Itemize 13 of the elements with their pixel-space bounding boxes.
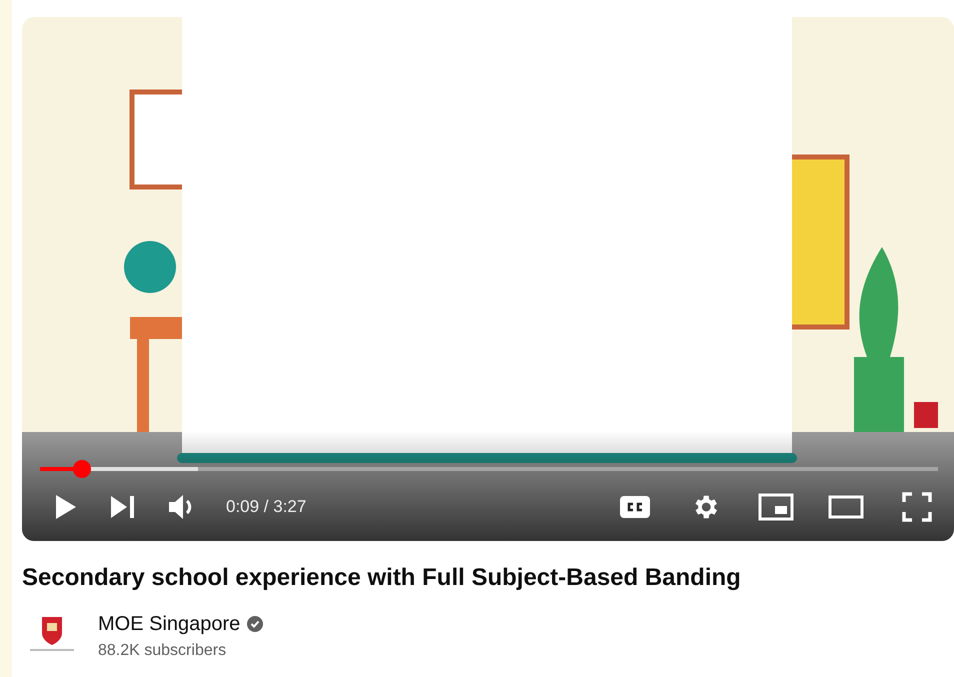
fullscreen-icon[interactable] — [902, 492, 932, 522]
progress-track[interactable] — [40, 467, 938, 471]
theater-mode-icon[interactable] — [828, 495, 864, 519]
subscriber-count: 88.2K subscribers — [98, 641, 228, 661]
captions-button[interactable] — [620, 496, 650, 518]
video-player[interactable]: 0:09 / 3:27 — [22, 17, 954, 541]
channel-name[interactable]: MOE Singapore — [98, 611, 240, 637]
video-title: Secondary school experience with Full Subject-Based Banding — [22, 563, 742, 593]
play-icon[interactable] — [54, 494, 78, 520]
time-display: 0:09 / 3:27 — [226, 496, 306, 518]
captions-icon — [626, 502, 644, 512]
miniplayer-icon[interactable] — [758, 493, 794, 521]
next-icon[interactable] — [110, 495, 136, 519]
